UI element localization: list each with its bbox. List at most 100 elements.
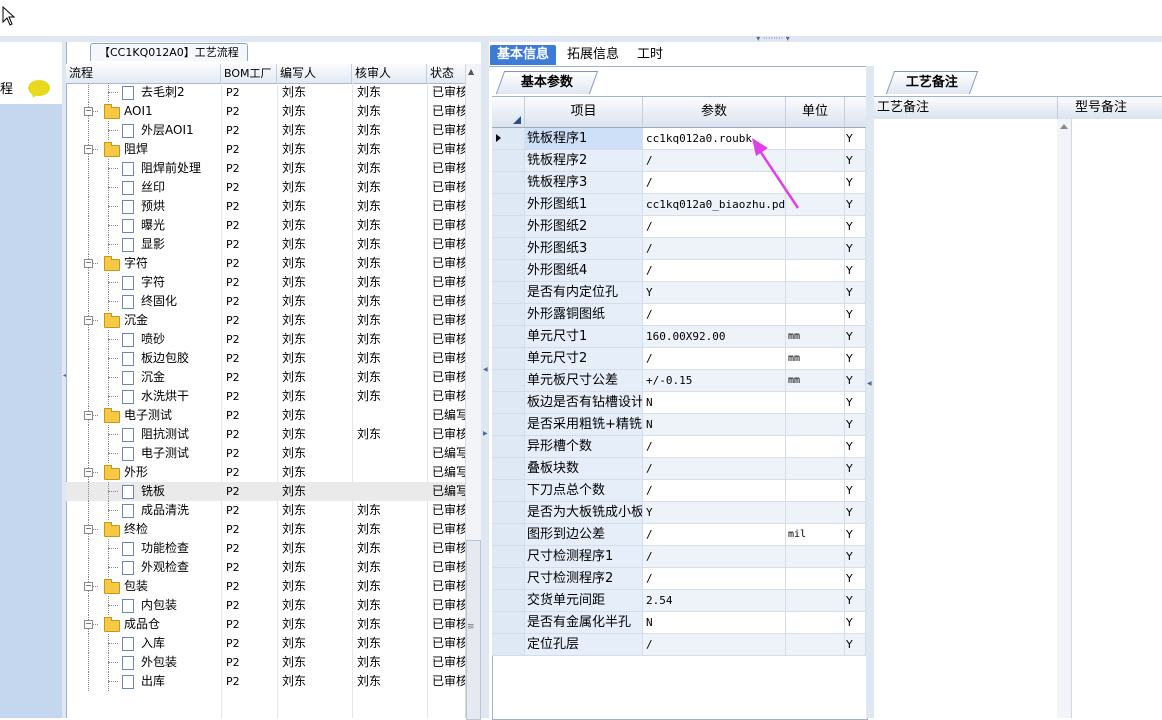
- row-selector-cell[interactable]: [492, 260, 525, 282]
- param-value-cell[interactable]: /: [643, 436, 786, 458]
- tree-row[interactable]: 阻抗测试 P2 刘东 刘东 已审核: [66, 425, 465, 444]
- param-flag-cell[interactable]: Y: [845, 590, 866, 612]
- tree-row[interactable]: − 外形 P2 刘东 已编写: [66, 463, 465, 482]
- tree-row[interactable]: 入库 P2 刘东 刘东 已审核: [66, 634, 465, 653]
- tab-process-notes[interactable]: 工艺备注: [885, 71, 979, 94]
- param-flag-cell[interactable]: Y: [845, 568, 866, 590]
- param-row[interactable]: 尺寸检测程序1/ Y: [492, 546, 866, 568]
- param-value-cell[interactable]: /: [643, 546, 786, 568]
- param-flag-cell[interactable]: Y: [845, 458, 866, 480]
- param-unit-cell[interactable]: [786, 546, 845, 568]
- param-flag-cell[interactable]: Y: [845, 348, 866, 370]
- param-unit-cell[interactable]: [786, 216, 845, 238]
- tree-row[interactable]: 水洗烘干 P2 刘东 刘东 已审核: [66, 387, 465, 406]
- row-selector-cell[interactable]: [492, 480, 525, 502]
- tree-row[interactable]: 内包装 P2 刘东 刘东 已审核: [66, 596, 465, 615]
- expand-tree-icon[interactable]: ▶: [483, 430, 488, 437]
- param-row[interactable]: 叠板块数 / Y: [492, 458, 866, 480]
- param-flag-cell[interactable]: Y: [845, 326, 866, 348]
- row-selector-cell[interactable]: [492, 348, 525, 370]
- param-flag-cell[interactable]: Y: [845, 304, 866, 326]
- param-unit-cell[interactable]: [786, 568, 845, 590]
- tree-row[interactable]: − 包装 P2 刘东 刘东 已审核: [66, 577, 465, 596]
- collapse-node-icon[interactable]: −: [84, 582, 93, 591]
- scroll-up-icon[interactable]: ▲: [468, 67, 474, 76]
- param-row[interactable]: 外形图纸3/ Y: [492, 238, 866, 260]
- collapse-node-icon[interactable]: −: [84, 525, 93, 534]
- notes-scrollbar[interactable]: [1057, 119, 1072, 718]
- collapse-node-icon[interactable]: −: [84, 468, 93, 477]
- row-selector-cell[interactable]: [492, 370, 525, 392]
- param-flag-cell[interactable]: Y: [845, 546, 866, 568]
- param-row[interactable]: 下刀点总个数 / Y: [492, 480, 866, 502]
- param-unit-cell[interactable]: [786, 612, 845, 634]
- param-row[interactable]: 异形槽个数 / Y: [492, 436, 866, 458]
- param-row[interactable]: 是否有内定位孔 Y Y: [492, 282, 866, 304]
- param-value-cell[interactable]: N: [643, 414, 786, 436]
- col-header-flag[interactable]: [845, 97, 866, 127]
- param-unit-cell[interactable]: [786, 634, 845, 656]
- row-selector-cell[interactable]: [492, 326, 525, 348]
- param-value-cell[interactable]: /: [643, 238, 786, 260]
- param-flag-cell[interactable]: Y: [845, 172, 866, 194]
- param-value-cell[interactable]: /: [643, 524, 786, 546]
- tree-row[interactable]: − 沉金 P2 刘东 刘东 已审核: [66, 311, 465, 330]
- collapse-right-icon[interactable]: ◀: [867, 380, 872, 387]
- param-unit-cell[interactable]: [786, 414, 845, 436]
- row-selector-cell[interactable]: [492, 282, 525, 304]
- param-flag-cell[interactable]: Y: [845, 392, 866, 414]
- param-value-cell[interactable]: /: [643, 568, 786, 590]
- param-flag-cell[interactable]: Y: [845, 502, 866, 524]
- param-value-cell[interactable]: Y: [643, 502, 786, 524]
- tree-row[interactable]: 沉金 P2 刘东 刘东 已审核: [66, 368, 465, 387]
- param-unit-cell[interactable]: [786, 260, 845, 282]
- param-row[interactable]: 外形露铜图纸 / Y: [492, 304, 866, 326]
- collapse-node-icon[interactable]: −: [84, 316, 93, 325]
- param-value-cell[interactable]: Y: [643, 282, 786, 304]
- row-selector-cell[interactable]: [492, 172, 525, 194]
- tree-row[interactable]: 铣板 P2 刘东 已编写: [66, 482, 465, 501]
- param-flag-cell[interactable]: Y: [845, 150, 866, 172]
- row-selector-cell[interactable]: [492, 502, 525, 524]
- param-row[interactable]: 单元尺寸2/mm Y: [492, 348, 866, 370]
- tree-row[interactable]: − 字符 P2 刘东 刘东 已审核: [66, 254, 465, 273]
- param-value-cell[interactable]: /: [643, 348, 786, 370]
- param-row[interactable]: 是否为大板铣成小板 Y Y: [492, 502, 866, 524]
- row-selector-cell[interactable]: [492, 612, 525, 634]
- param-row[interactable]: 板边是否有钻槽设计 N Y: [492, 392, 866, 414]
- param-flag-cell[interactable]: Y: [845, 238, 866, 260]
- col-header-reviewer[interactable]: 核审人: [352, 64, 427, 83]
- param-row[interactable]: 尺寸检测程序2/ Y: [492, 568, 866, 590]
- row-selector-cell[interactable]: [492, 238, 525, 260]
- param-unit-cell[interactable]: [786, 392, 845, 414]
- collapse-node-icon[interactable]: −: [84, 259, 93, 268]
- param-flag-cell[interactable]: Y: [845, 524, 866, 546]
- tree-row[interactable]: 外观检查 P2 刘东 刘东 已审核: [66, 558, 465, 577]
- param-flag-cell[interactable]: Y: [845, 128, 866, 150]
- scroll-up-icon[interactable]: [1060, 124, 1068, 129]
- param-unit-cell[interactable]: mm: [786, 348, 845, 370]
- tree-row[interactable]: 外层AOI1 P2 刘东 刘东 已审核: [66, 121, 465, 140]
- tree-row[interactable]: 预烘 P2 刘东 刘东 已审核: [66, 197, 465, 216]
- param-value-cell[interactable]: /: [643, 458, 786, 480]
- param-unit-cell[interactable]: [786, 282, 845, 304]
- param-row[interactable]: 图形到边公差 / mil Y: [492, 524, 866, 546]
- param-flag-cell[interactable]: Y: [845, 634, 866, 656]
- param-row[interactable]: 外形图纸4/ Y: [492, 260, 866, 282]
- row-selector-cell[interactable]: [492, 392, 525, 414]
- model-notes-area[interactable]: [1072, 119, 1162, 718]
- row-selector-cell[interactable]: [492, 568, 525, 590]
- splitter-grip-icon[interactable]: ▾ ········ ▾: [740, 35, 806, 43]
- tree-row[interactable]: 丝印 P2 刘东 刘东 已审核: [66, 178, 465, 197]
- row-selector-cell[interactable]: [492, 458, 525, 480]
- vertical-splitter-middle[interactable]: [481, 42, 489, 718]
- collapse-node-icon[interactable]: −: [84, 107, 93, 116]
- param-flag-cell[interactable]: Y: [845, 480, 866, 502]
- tree-row[interactable]: 电子测试 P2 刘东 已编写: [66, 444, 465, 463]
- param-unit-cell[interactable]: [786, 436, 845, 458]
- param-flag-cell[interactable]: Y: [845, 282, 866, 304]
- tree-row[interactable]: 去毛刺2 P2 刘东 刘东 已审核: [66, 83, 465, 102]
- tree-row[interactable]: − 终检 P2 刘东 刘东 已审核: [66, 520, 465, 539]
- param-value-cell[interactable]: /: [643, 304, 786, 326]
- vertical-splitter-right[interactable]: [866, 66, 874, 718]
